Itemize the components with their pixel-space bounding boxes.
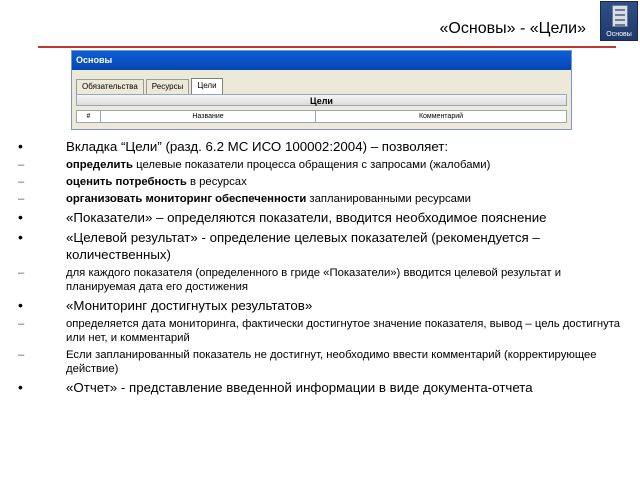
- embedded-window-screenshot: Основы Обязательства Ресурсы Цели Цели #…: [71, 50, 572, 130]
- bullet-item: «Целевой результат» - определение целевы…: [18, 229, 622, 263]
- tab-goals[interactable]: Цели: [191, 78, 223, 94]
- sub-bullet-item: оценить потребность в ресурсах: [18, 175, 622, 189]
- logo-badge: Основы: [600, 1, 638, 41]
- document-icon: [612, 5, 628, 27]
- column-name[interactable]: Название: [101, 111, 316, 122]
- window-title: Основы: [72, 51, 571, 70]
- sub-bullet-item: Если запланированный показатель не дости…: [18, 348, 622, 376]
- goals-grid-header: # Название Комментарий: [76, 110, 567, 123]
- goals-section-header: Цели: [76, 94, 567, 106]
- column-number[interactable]: #: [77, 111, 101, 122]
- sub-bullet-item: определяется дата мониторинга, фактическ…: [18, 317, 622, 345]
- column-comment[interactable]: Комментарий: [316, 111, 566, 122]
- bullet-item: «Отчет» - представление введенной информ…: [18, 379, 622, 396]
- tab-obligations[interactable]: Обязательства: [76, 79, 144, 94]
- bullet-list: Вкладка “Цели” (разд. 6.2 МС ИСО 100002:…: [18, 135, 622, 396]
- tab-resources[interactable]: Ресурсы: [145, 79, 190, 94]
- sub-bullet-item: определить целевые показатели процесса о…: [18, 158, 622, 172]
- sub-bullet-item: организовать мониторинг обеспеченности з…: [18, 192, 622, 206]
- bullet-item: «Мониторинг достигнутых результатов»: [18, 297, 622, 314]
- sub-bullet-item: для каждого показателя (определенного в …: [18, 266, 622, 294]
- slide-title: «Основы» - «Цели»: [439, 20, 586, 37]
- tab-strip: Обязательства Ресурсы Цели: [76, 78, 225, 94]
- title-divider: [38, 46, 616, 48]
- bullet-item: «Показатели» – определяются показатели, …: [18, 209, 622, 226]
- window-body: Обязательства Ресурсы Цели Цели # Назван…: [72, 70, 571, 129]
- logo-caption: Основы: [606, 31, 632, 38]
- bullet-item: Вкладка “Цели” (разд. 6.2 МС ИСО 100002:…: [18, 138, 622, 155]
